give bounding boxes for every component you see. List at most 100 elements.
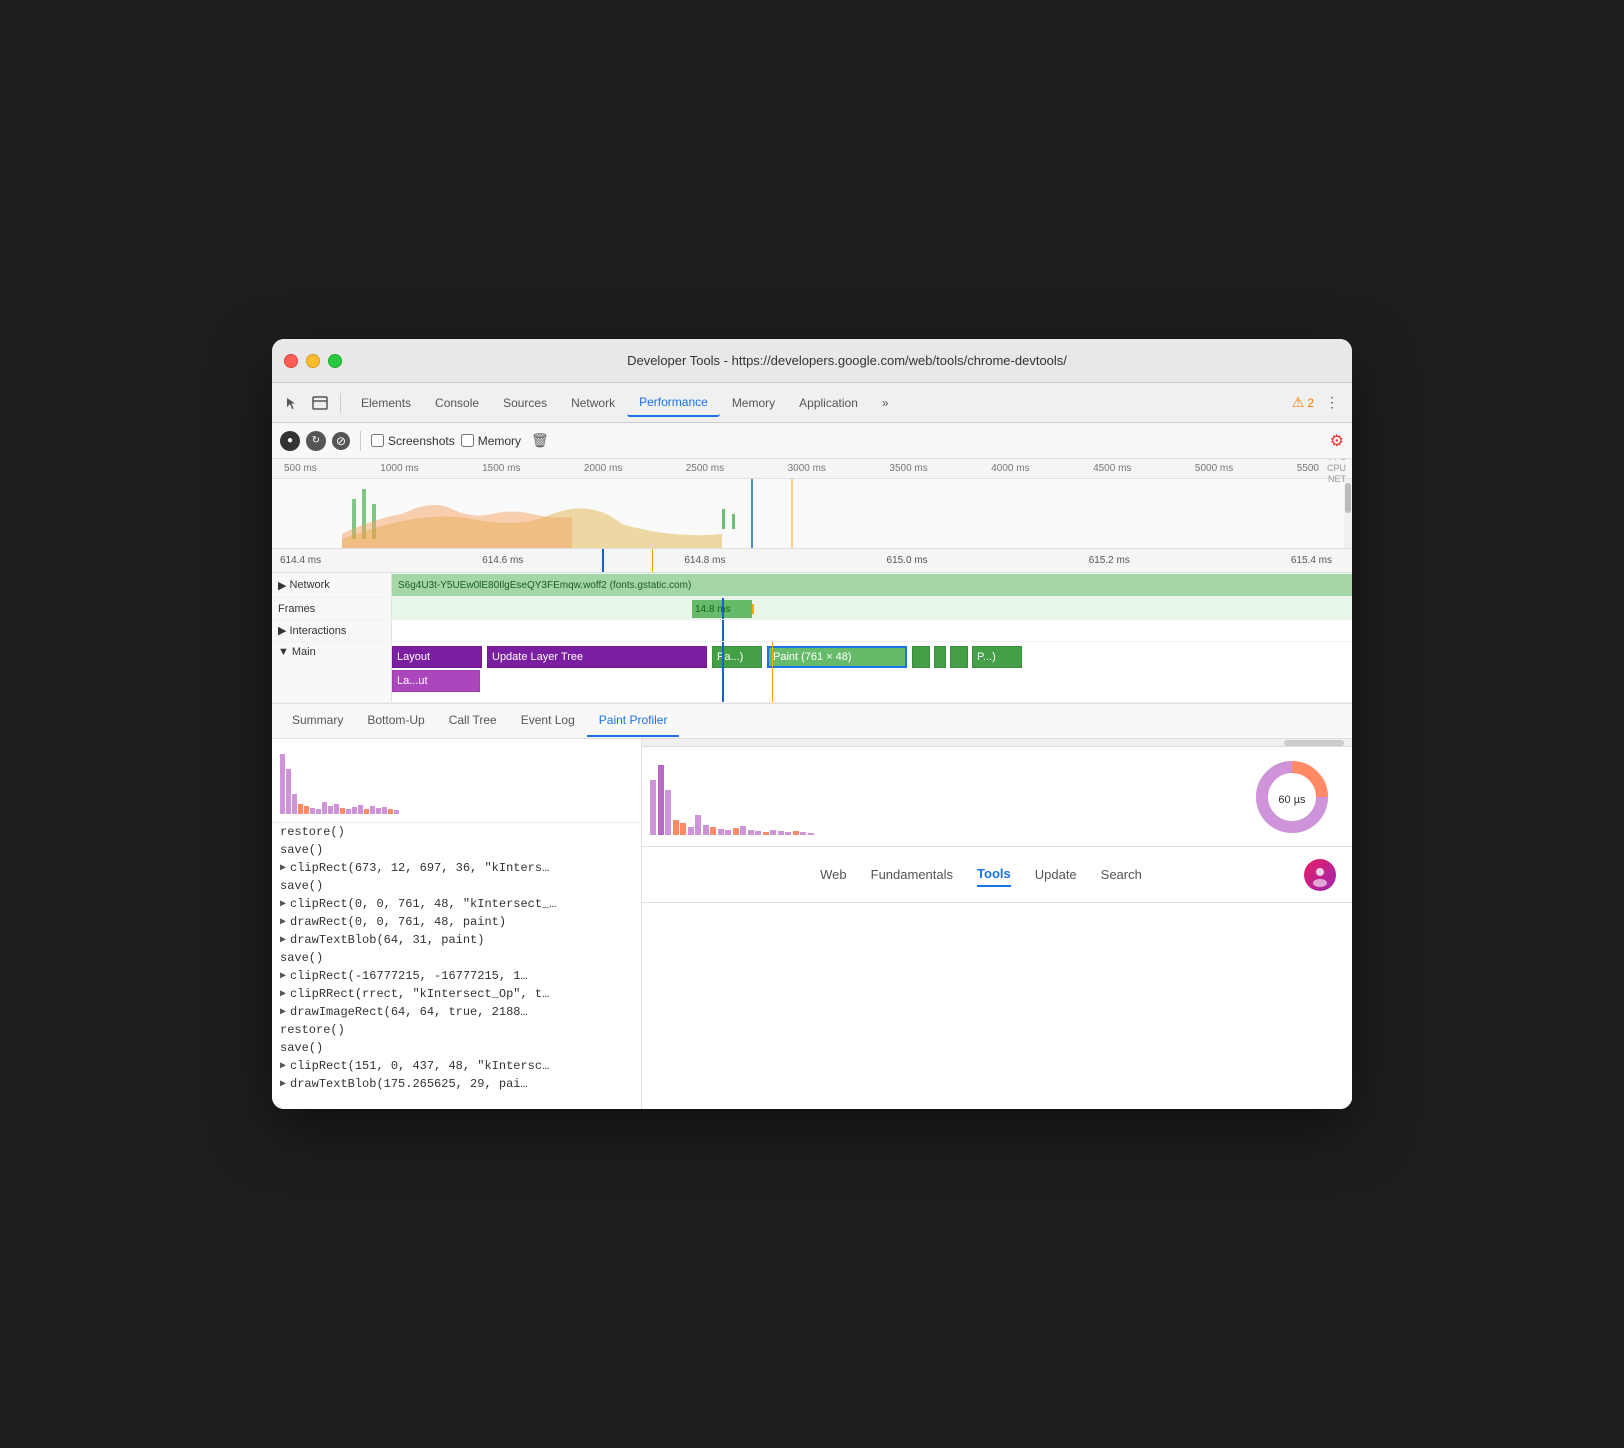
cmd-drawtextblob-2[interactable]: ▶ drawTextBlob(175.265625, 29, pai… <box>272 1075 641 1093</box>
cmd-text: save() <box>280 951 323 965</box>
expand-arrow-7: ▶ <box>280 1006 286 1018</box>
preview-content <box>642 903 1352 1109</box>
record-button[interactable]: ● <box>280 431 300 451</box>
tab-call-tree[interactable]: Call Tree <box>437 705 509 737</box>
rhist-19 <box>785 832 791 835</box>
interactions-expand-icon[interactable]: ▶ <box>278 624 286 637</box>
cursor-icon[interactable] <box>280 391 304 415</box>
tab-overflow[interactable]: » <box>870 390 901 416</box>
nav-tab-fundamentals[interactable]: Fundamentals <box>871 863 953 886</box>
scrollbar-thumb-h[interactable] <box>1284 740 1344 746</box>
hist-bar-19 <box>388 809 393 814</box>
cmd-cliprect-4[interactable]: ▶ clipRect(151, 0, 437, 48, "kIntersc… <box>272 1057 641 1075</box>
hist-bar-5 <box>304 806 309 814</box>
time-614-8: 614.8 ms <box>684 555 725 566</box>
task-small-3[interactable] <box>950 646 968 668</box>
tab-bottom-up[interactable]: Bottom-Up <box>355 705 436 737</box>
task-paint-main[interactable]: Paint (761 × 48) <box>767 646 907 668</box>
memory-checkbox[interactable]: Memory <box>461 434 521 448</box>
timeline-scrollbar[interactable] <box>1345 483 1351 513</box>
nav-tab-update[interactable]: Update <box>1035 863 1077 886</box>
more-options-icon[interactable]: ⋮ <box>1320 391 1344 415</box>
tab-event-log[interactable]: Event Log <box>509 705 587 737</box>
dock-icon[interactable] <box>308 391 332 415</box>
tab-paint-profiler[interactable]: Paint Profiler <box>587 705 680 737</box>
settings-icon[interactable]: ⚙ <box>1330 431 1344 451</box>
cmd-save-2[interactable]: save() <box>272 877 641 895</box>
hist-bar-9 <box>328 806 333 814</box>
bottom-tabs: Summary Bottom-Up Call Tree Event Log Pa… <box>272 703 1352 739</box>
trash-icon[interactable]: 🗑 <box>531 432 549 449</box>
cmd-drawrect[interactable]: ▶ drawRect(0, 0, 761, 48, paint) <box>272 913 641 931</box>
cmd-drawtextblob-1[interactable]: ▶ drawTextBlob(64, 31, paint) <box>272 931 641 949</box>
cmd-drawimagerect[interactable]: ▶ drawImageRect(64, 64, true, 2188… <box>272 1003 641 1021</box>
rhist-10 <box>718 829 724 835</box>
maximize-button[interactable] <box>328 354 342 368</box>
cmd-cliprect-2[interactable]: ▶ clipRect(0, 0, 761, 48, "kIntersect_… <box>272 895 641 913</box>
donut-chart: 60 µs <box>1252 757 1332 842</box>
performance-graph: 500 ms 1000 ms 1500 ms 2000 ms 2500 ms 3… <box>272 459 1352 549</box>
ruler-5500: 5500 <box>1297 463 1319 474</box>
horizontal-scrollbar <box>642 739 1352 747</box>
cmd-restore-2[interactable]: restore() <box>272 1021 641 1039</box>
tab-application[interactable]: Application <box>787 390 870 416</box>
rhist-18 <box>778 831 784 835</box>
task-update-layer-tree[interactable]: Update Layer Tree <box>487 646 707 668</box>
cmd-cliprrect[interactable]: ▶ clipRRect(rrect, "kIntersect_Op", t… <box>272 985 641 1003</box>
nav-tab-tools[interactable]: Tools <box>977 862 1011 887</box>
clear-button[interactable]: ⊘ <box>332 432 350 450</box>
time-614-4: 614.4 ms <box>280 555 321 566</box>
timeline-detail-bar: 614.4 ms 614.6 ms 614.8 ms 615.0 ms 615.… <box>272 549 1352 573</box>
cpu-label: CPU <box>1327 463 1346 474</box>
task-pa[interactable]: Pa...) <box>712 646 762 668</box>
cmd-restore-1[interactable]: restore() <box>272 823 641 841</box>
main-tabs: Elements Console Sources Network Perform… <box>349 389 1288 417</box>
task-small-1[interactable] <box>912 646 930 668</box>
time-614-6: 614.6 ms <box>482 555 523 566</box>
rhist-16 <box>763 832 769 835</box>
refresh-button[interactable]: ↻ <box>306 431 326 451</box>
preview-nav-tabs: Web Fundamentals Tools Update Search <box>658 862 1304 887</box>
network-label-text: Network <box>289 579 329 591</box>
task-p-end[interactable]: P...) <box>972 646 1022 668</box>
warning-badge[interactable]: ⚠ 2 <box>1292 394 1314 411</box>
track-network-label: ▶ Network <box>272 573 392 597</box>
tab-memory[interactable]: Memory <box>720 390 787 416</box>
expand-arrow-2: ▶ <box>280 898 286 910</box>
rhist-1 <box>650 780 656 835</box>
perf-svg <box>272 479 1352 549</box>
tab-performance[interactable]: Performance <box>627 389 720 417</box>
tab-summary[interactable]: Summary <box>280 705 355 737</box>
rhist-21 <box>800 832 806 835</box>
rhist-11 <box>725 830 731 835</box>
hist-bar-8 <box>322 802 327 814</box>
cmd-cliprect-3[interactable]: ▶ clipRect(-16777215, -16777215, 1… <box>272 967 641 985</box>
cmd-save-3[interactable]: save() <box>272 949 641 967</box>
tab-network[interactable]: Network <box>559 390 627 416</box>
nav-tab-web[interactable]: Web <box>820 863 847 886</box>
task-small-2[interactable] <box>934 646 946 668</box>
tab-console[interactable]: Console <box>423 390 491 416</box>
nav-tab-search[interactable]: Search <box>1101 863 1142 886</box>
task-layout[interactable]: Layout <box>392 646 482 668</box>
ruler-2500: 2500 ms <box>686 463 724 474</box>
page-preview-inner: Web Fundamentals Tools Update Search <box>642 847 1352 1109</box>
cmd-cliprect-1[interactable]: ▶ clipRect(673, 12, 697, 36, "kInters… <box>272 859 641 877</box>
timeline-cursor-orange <box>652 549 653 572</box>
network-expand-icon[interactable]: ▶ <box>278 579 286 592</box>
cmd-text: drawTextBlob(64, 31, paint) <box>290 933 484 947</box>
close-button[interactable] <box>284 354 298 368</box>
task-layout-sub[interactable]: La...ut <box>392 670 480 692</box>
hist-bar-15 <box>364 809 369 814</box>
screenshots-checkbox[interactable]: Screenshots <box>371 434 455 448</box>
hist-bar-13 <box>352 807 357 814</box>
time-615-4: 615.4 ms <box>1291 555 1332 566</box>
screenshots-label: Screenshots <box>388 434 455 448</box>
cmd-save-1[interactable]: save() <box>272 841 641 859</box>
tab-elements[interactable]: Elements <box>349 390 423 416</box>
minimize-button[interactable] <box>306 354 320 368</box>
cmd-save-4[interactable]: save() <box>272 1039 641 1057</box>
tab-sources[interactable]: Sources <box>491 390 559 416</box>
preview-nav-bar: Web Fundamentals Tools Update Search <box>642 847 1352 903</box>
main-expand-icon[interactable]: ▼ <box>278 646 289 658</box>
